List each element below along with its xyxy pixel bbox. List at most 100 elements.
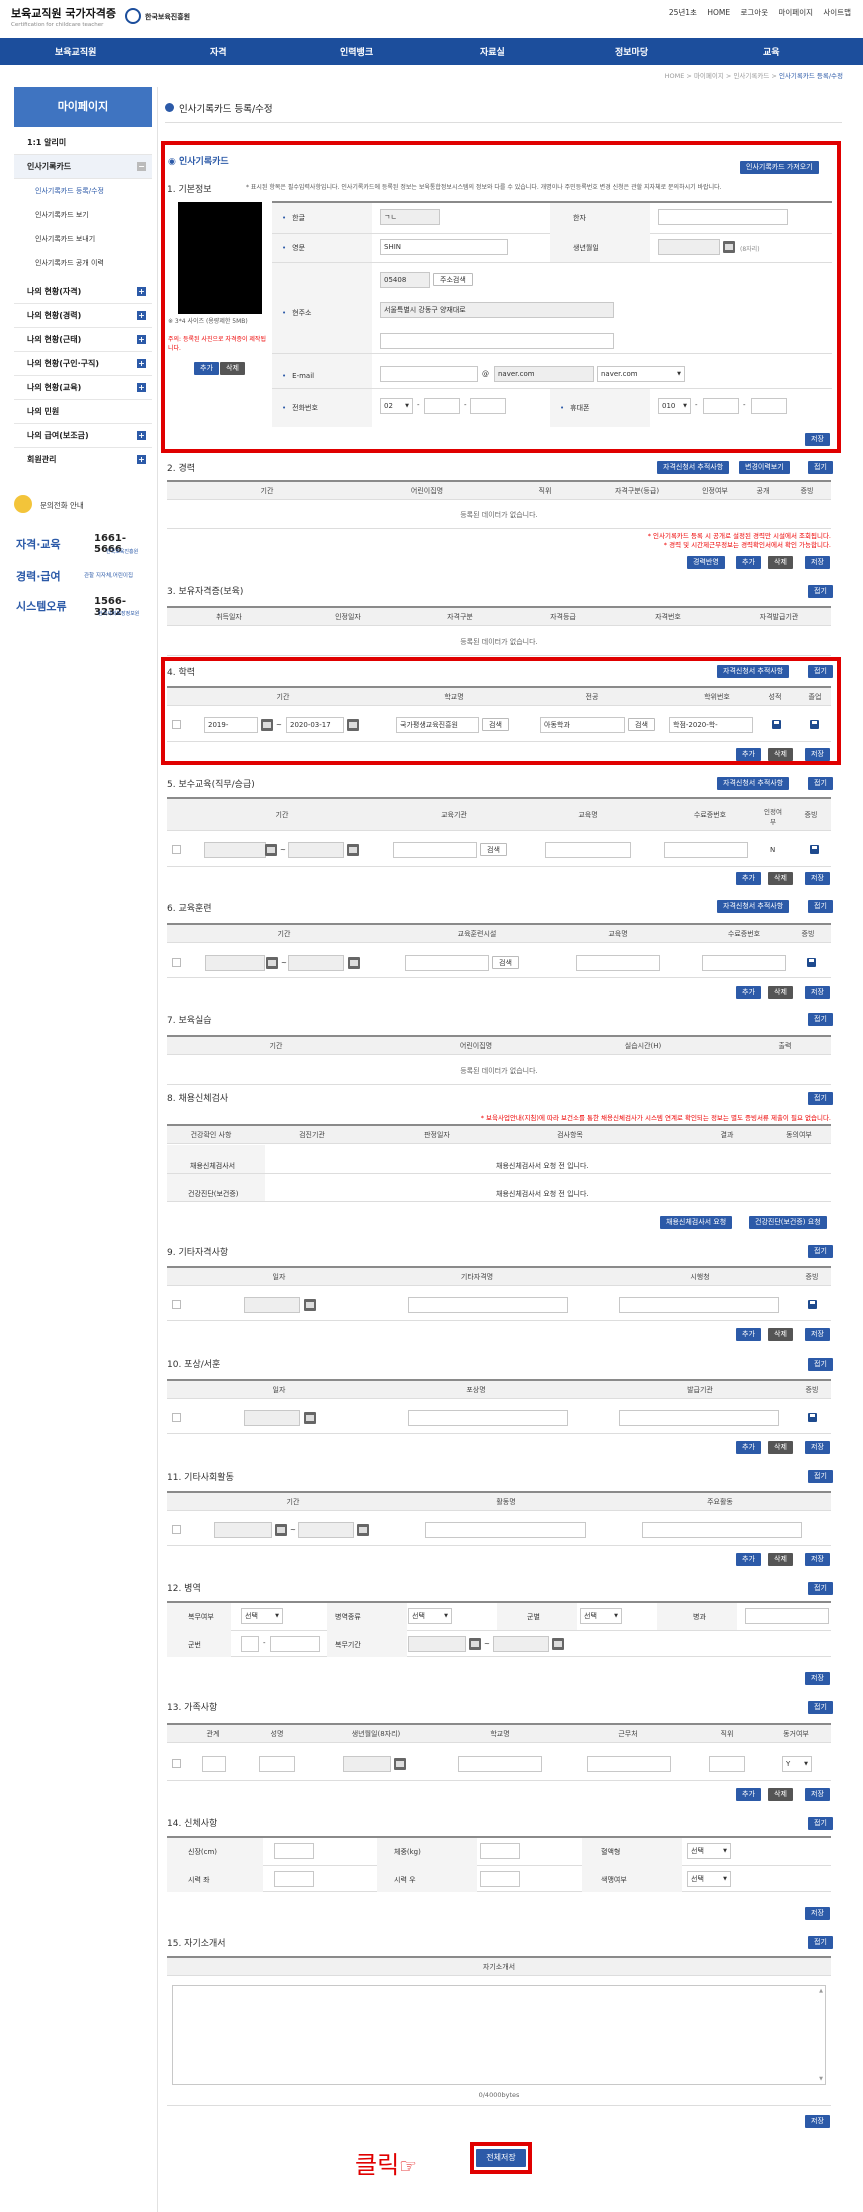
edu-school-search-button[interactable]: 검색 (482, 718, 509, 731)
health-cert-request-button[interactable]: 건강진단(보건증) 요청 (749, 1216, 827, 1229)
weight-input[interactable] (480, 1843, 520, 1859)
social-delete-button[interactable]: 삭제 (768, 1553, 793, 1566)
training-to-input[interactable] (288, 842, 344, 858)
edu-major-search-button[interactable]: 검색 (628, 718, 655, 731)
social-fold-button[interactable]: 접기 (808, 1470, 833, 1483)
edutrain-add-button[interactable]: 추가 (736, 986, 761, 999)
military-number-input-2[interactable] (270, 1636, 320, 1652)
site-logo[interactable]: 보육교직원 국가자격증 Certification for childcare … (11, 5, 116, 28)
nav-item-education[interactable]: 교육 (763, 45, 780, 58)
training-fold-button[interactable]: 접기 (808, 777, 833, 790)
mobile-last-input[interactable] (751, 398, 787, 414)
util-link-mypage[interactable]: 마이페이지 (779, 8, 814, 17)
othercert-name-input[interactable] (408, 1297, 568, 1313)
eng-name-input[interactable]: SHIN (380, 239, 508, 255)
address-search-button[interactable]: 주소검색 (433, 273, 473, 286)
social-to-input[interactable] (298, 1522, 354, 1538)
address2-input[interactable] (380, 333, 614, 349)
minus-icon[interactable]: − (137, 162, 146, 171)
save-disk-icon[interactable] (772, 720, 781, 729)
career-save-button[interactable]: 저장 (805, 556, 830, 569)
calendar-icon[interactable] (304, 1412, 316, 1424)
calendar-icon[interactable] (723, 241, 735, 253)
family-school-input[interactable] (458, 1756, 542, 1772)
sidebar-sub-card-send[interactable]: 인사기록카드 보내기 (14, 227, 152, 251)
training-add-button[interactable]: 추가 (736, 872, 761, 885)
social-main-input[interactable] (642, 1522, 802, 1538)
breadcrumb-card[interactable]: 인사기록카드 (733, 72, 769, 80)
save-disk-icon[interactable] (810, 720, 819, 729)
career-fold-button[interactable]: 접기 (808, 461, 833, 474)
training-track-button[interactable]: 자격신청서 추적사항 (717, 777, 790, 790)
sidebar-item-card[interactable]: 인사기록카드 − (14, 155, 152, 179)
family-delete-button[interactable]: 삭제 (768, 1788, 793, 1801)
intro-fold-button[interactable]: 접기 (808, 1936, 833, 1949)
edutrain-name-input[interactable] (576, 955, 660, 971)
family-relation-input[interactable] (202, 1756, 226, 1772)
blood-select[interactable]: 선택 (687, 1843, 731, 1859)
phone-mid-input[interactable] (424, 398, 460, 414)
edu-degree-input[interactable]: 학점-2020-학- (669, 717, 753, 733)
nav-item-info[interactable]: 정보마당 (615, 45, 648, 58)
hanja-input[interactable] (658, 209, 788, 225)
edu-major-input[interactable]: 아동학과 (540, 717, 625, 733)
util-link-home[interactable]: HOME (707, 8, 730, 17)
health-fold-button[interactable]: 접기 (808, 1092, 833, 1105)
edutrain-cert-input[interactable] (702, 955, 786, 971)
family-birth-input[interactable] (343, 1756, 391, 1772)
intro-textarea[interactable]: ▲ ▼ (172, 1985, 826, 2085)
edutrain-fold-button[interactable]: 접기 (808, 900, 833, 913)
sidebar-item-status-edu[interactable]: 나의 현황(교육) + (14, 376, 152, 400)
email-id-input[interactable] (380, 366, 478, 382)
military-rank-input[interactable] (745, 1608, 829, 1624)
awards-save-button[interactable]: 저장 (805, 1441, 830, 1454)
training-row-checkbox[interactable] (172, 845, 181, 854)
edutrain-delete-button[interactable]: 삭제 (768, 986, 793, 999)
nav-item-cert[interactable]: 자격 (210, 45, 227, 58)
sidebar-sub-card-history[interactable]: 인사기록카드 공개 이력 (14, 251, 152, 275)
family-live-select[interactable]: Y (782, 1756, 812, 1772)
othercert-date-input[interactable] (244, 1297, 300, 1313)
calendar-icon[interactable] (265, 844, 277, 856)
family-add-button[interactable]: 추가 (736, 1788, 761, 1801)
family-position-input[interactable] (709, 1756, 745, 1772)
training-save-button[interactable]: 저장 (805, 872, 830, 885)
social-save-button[interactable]: 저장 (805, 1553, 830, 1566)
social-activity-input[interactable] (425, 1522, 586, 1538)
practice-fold-button[interactable]: 접기 (808, 1013, 833, 1026)
military-fold-button[interactable]: 접기 (808, 1582, 833, 1595)
birth-input[interactable] (658, 239, 720, 255)
military-save-button[interactable]: 저장 (805, 1672, 830, 1685)
sidebar-item-status-job[interactable]: 나의 현황(구인·구직) + (14, 352, 152, 376)
edu-track-button[interactable]: 자격신청서 추적사항 (717, 665, 790, 678)
sidebar-item-member[interactable]: 회원관리 + (14, 448, 152, 472)
calendar-icon[interactable] (469, 1638, 481, 1650)
edu-save-button[interactable]: 저장 (805, 748, 830, 761)
edu-fold-button[interactable]: 접기 (808, 665, 833, 678)
family-save-button[interactable]: 저장 (805, 1788, 830, 1801)
save-disk-icon[interactable] (808, 1413, 817, 1422)
career-add-button[interactable]: 추가 (736, 556, 761, 569)
awards-date-input[interactable] (244, 1410, 300, 1426)
breadcrumb-home[interactable]: HOME (665, 72, 685, 80)
plus-icon[interactable]: + (137, 359, 146, 368)
social-add-button[interactable]: 추가 (736, 1553, 761, 1566)
photo-add-button[interactable]: 추가 (194, 362, 219, 375)
photo-delete-button[interactable]: 삭제 (220, 362, 245, 375)
mobile-prefix-select[interactable]: 010 (658, 398, 691, 414)
training-cert-input[interactable] (664, 842, 748, 858)
career-track-button[interactable]: 자격신청서 추적사항 (657, 461, 730, 474)
military-number-input-1[interactable] (241, 1636, 259, 1652)
sidebar-item-status-career[interactable]: 나의 현황(경력) + (14, 304, 152, 328)
career-history-button[interactable]: 변경이력보기 (739, 461, 790, 474)
save-disk-icon[interactable] (808, 1300, 817, 1309)
career-apply-button[interactable]: 경력반영 (687, 556, 725, 569)
edutrain-to-input[interactable] (288, 955, 344, 971)
social-row-checkbox[interactable] (172, 1525, 181, 1534)
health-exam-request-button[interactable]: 채용신체검사서 요청 (660, 1216, 733, 1229)
training-delete-button[interactable]: 삭제 (768, 872, 793, 885)
edutrain-row-checkbox[interactable] (172, 958, 181, 967)
military-branch-select[interactable]: 선택 (580, 1608, 622, 1624)
nav-item-staff[interactable]: 보육교직원 (55, 45, 96, 58)
scroll-down-icon[interactable]: ▼ (819, 2076, 823, 2082)
